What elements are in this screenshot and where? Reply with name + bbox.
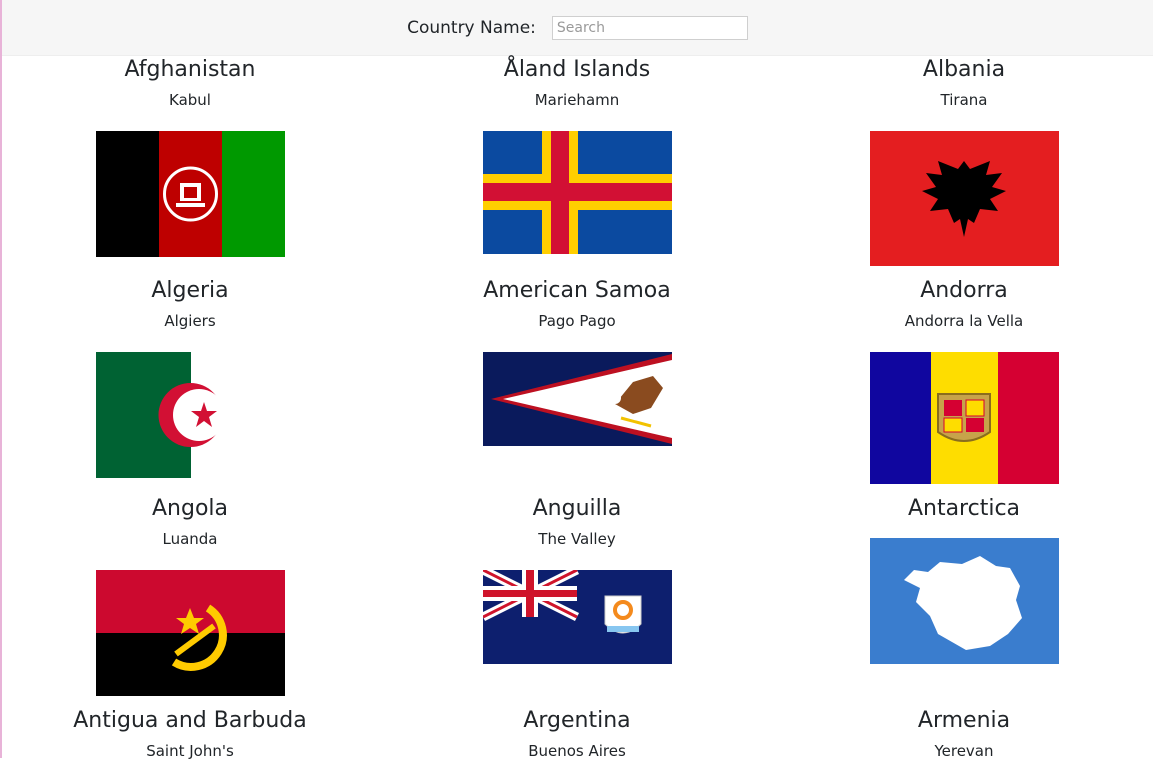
country-card: Antarctica	[814, 495, 1114, 523]
country-card: Armenia Yerevan	[814, 707, 1114, 761]
country-name: Argentina	[523, 708, 631, 733]
angola-flag-icon	[96, 570, 285, 696]
country-capital: Tirana	[940, 91, 988, 109]
country-card: Argentina Buenos Aires	[427, 707, 727, 761]
country-card: Andorra Andorra la Vella	[814, 277, 1114, 331]
country-name: Andorra	[920, 278, 1008, 303]
andorra-flag-icon	[870, 352, 1059, 484]
country-capital: Kabul	[169, 91, 211, 109]
search-bar: Country Name:	[2, 0, 1153, 56]
antarctica-flag-icon	[870, 538, 1059, 664]
search-input[interactable]	[551, 15, 748, 40]
country-capital: Saint John's	[146, 742, 234, 760]
country-capital: Mariehamn	[534, 91, 620, 109]
country-name: Åland Islands	[503, 57, 651, 82]
country-capital: Algiers	[164, 312, 216, 330]
country-name: Anguilla	[532, 496, 622, 521]
country-card: Angola Luanda	[40, 495, 340, 549]
country-capital: The Valley	[538, 530, 616, 548]
search-label: Country Name:	[407, 17, 536, 38]
country-name: Antarctica	[907, 496, 1021, 521]
country-name: Angola	[151, 496, 228, 521]
country-card: Anguilla The Valley	[427, 495, 727, 549]
country-name: Algeria	[151, 278, 229, 303]
albania-flag-icon	[870, 131, 1059, 266]
country-capital: Buenos Aires	[528, 742, 626, 760]
country-card: Albania Tirana	[814, 56, 1114, 110]
country-card: Algeria Algiers	[40, 277, 340, 331]
aland-islands-flag-icon	[483, 131, 672, 254]
window-left-edge	[0, 0, 2, 758]
afghanistan-flag-icon	[96, 131, 285, 257]
country-capital: Yerevan	[934, 742, 994, 760]
country-card: Antigua and Barbuda Saint John's	[40, 707, 340, 761]
country-capital: Luanda	[162, 530, 218, 548]
country-card: Afghanistan Kabul	[40, 56, 340, 110]
anguilla-flag-icon	[483, 570, 672, 664]
american-samoa-flag-icon	[483, 352, 672, 446]
country-capital: Andorra la Vella	[904, 312, 1024, 330]
country-name: Albania	[922, 57, 1006, 82]
country-card: Åland Islands Mariehamn	[427, 56, 727, 110]
algeria-flag-icon	[96, 352, 285, 478]
country-card: American Samoa Pago Pago	[427, 277, 727, 331]
country-capital: Pago Pago	[538, 312, 616, 330]
country-name: Antigua and Barbuda	[73, 708, 307, 733]
country-name: Armenia	[917, 708, 1011, 733]
country-name: Afghanistan	[124, 57, 256, 82]
country-name: American Samoa	[483, 278, 671, 303]
